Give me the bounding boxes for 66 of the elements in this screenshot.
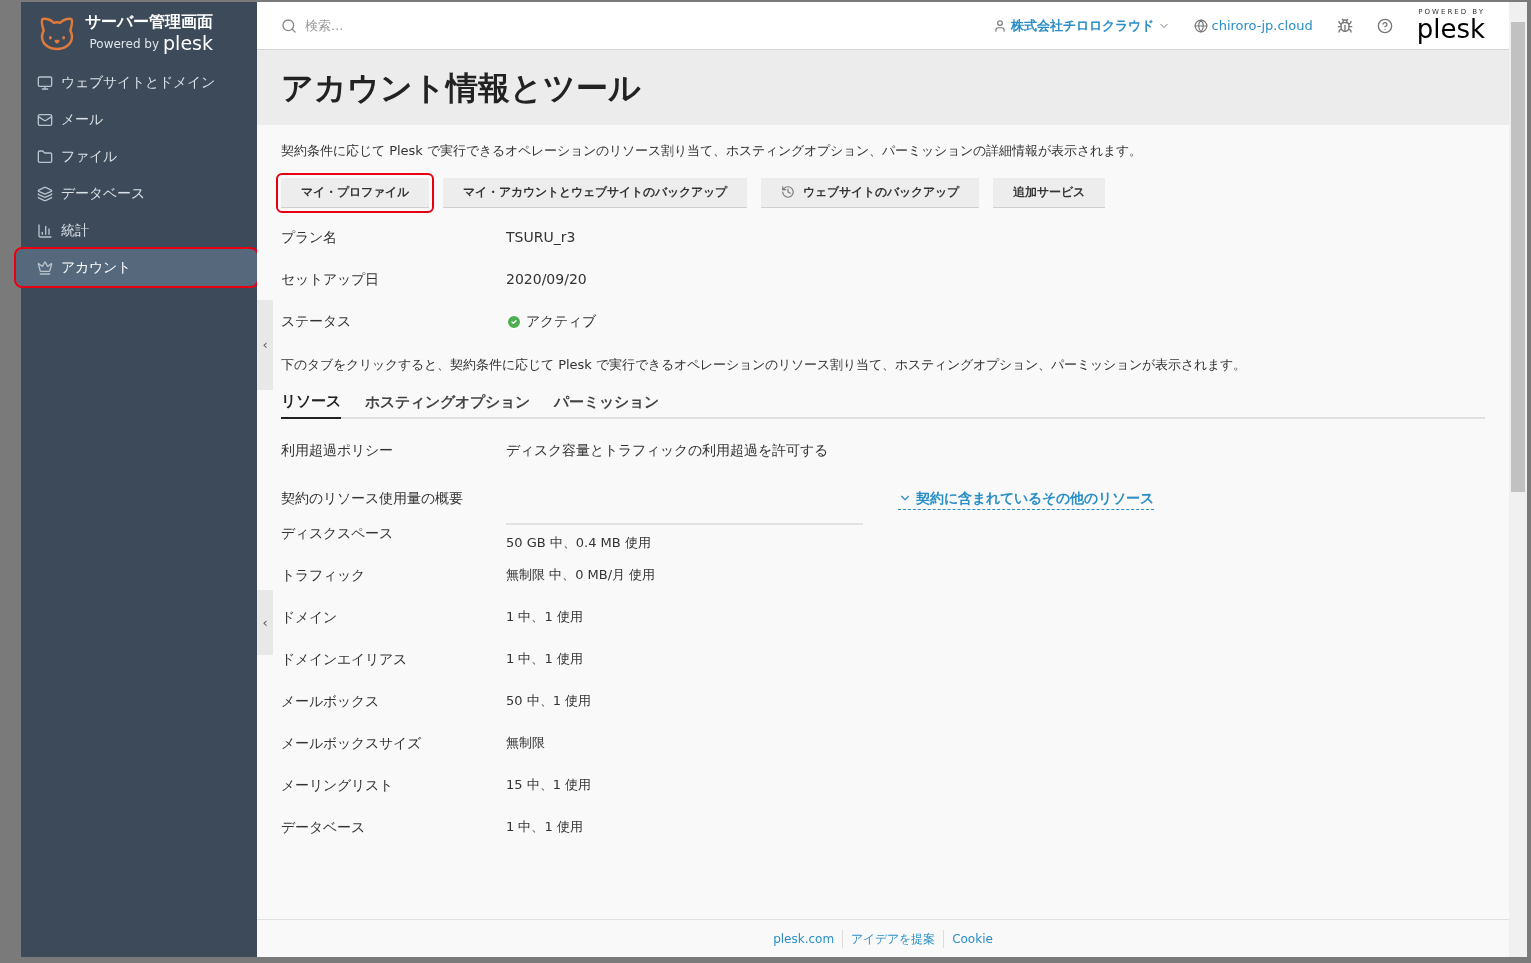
bug-icon[interactable] <box>1336 17 1353 34</box>
sidebar-item[interactable]: ウェブサイトとドメイン <box>21 64 257 101</box>
field-label: メーリングリスト <box>281 775 394 795</box>
toolbar-button[interactable]: マイ・アカウントとウェブサイトのバックアップ <box>443 177 747 208</box>
field-label: ドメインエイリアス <box>281 649 408 669</box>
tabs-intro-text: 下のタブをクリックすると、契約条件に応じて Plesk で実行できるオペレーションのリソース割り当て、ホスティングオプション、パーミッションが表示されます。 <box>281 355 1247 374</box>
field-label: トラフィック <box>281 565 366 585</box>
field-label: ステータス <box>281 312 352 331</box>
field-label: メールボックス <box>281 691 380 711</box>
globe-icon <box>1193 18 1208 33</box>
field-value: 1 中、1 使用 <box>506 607 583 626</box>
sidebar-item[interactable]: アカウント <box>16 249 257 286</box>
field-label: データベース <box>281 817 366 837</box>
envelope-icon <box>37 111 53 128</box>
layers-icon <box>37 185 53 202</box>
field-value: 50 中、1 使用 <box>506 691 592 710</box>
intro-text: 契約条件に応じて Plesk で実行できるオペレーションのリソース割り当て、ホスティングオプション、パーミッションの詳細情報が表示されます。 <box>281 142 1143 160</box>
field-label: メールボックスサイズ <box>281 733 422 753</box>
footer-link[interactable]: plesk.com <box>765 929 843 948</box>
page-title: アカウント情報とツール <box>281 67 641 109</box>
toolbar-button[interactable]: 追加サービス <box>993 177 1105 208</box>
domain-link[interactable]: chiroro-jp.cloud <box>1193 15 1313 36</box>
powered-by-text: Powered by <box>89 36 160 53</box>
crown-icon <box>37 259 53 276</box>
app-title: サーバー管理画面 <box>85 11 213 33</box>
brand-logo: plesk <box>1416 16 1485 42</box>
field-value: 1 中、1 使用 <box>506 817 583 836</box>
backup-icon <box>781 185 795 199</box>
field-label: セットアップ日 <box>281 270 380 289</box>
collapse-handle[interactable]: ‹ <box>257 300 273 390</box>
search-icon <box>281 17 297 34</box>
field-value: TSURU_r3 <box>506 228 576 247</box>
status-value: アクティブ <box>506 311 596 332</box>
field-label: プラン名 <box>281 228 338 247</box>
field-value: 2020/09/20 <box>506 270 587 289</box>
sidebar-item[interactable]: メール <box>21 101 257 138</box>
brand-logo: plesk <box>163 34 213 53</box>
sidebar-item[interactable]: ファイル <box>21 138 257 175</box>
field-value: 15 中、1 使用 <box>506 775 592 794</box>
check-circle-icon <box>506 313 522 330</box>
toolbar-button[interactable]: ウェブサイトのバックアップ <box>761 177 979 208</box>
tab[interactable]: リソース <box>281 390 341 419</box>
footer-link[interactable]: アイデアを提案 <box>842 929 944 948</box>
sidebar-item[interactable]: 統計 <box>21 212 257 249</box>
field-label: 利用超過ポリシー <box>281 441 394 460</box>
toolbar-button[interactable]: マイ・プロファイル <box>281 177 429 208</box>
monitor-icon <box>37 74 53 91</box>
footer-link[interactable]: Cookie <box>943 929 1001 948</box>
field-value: ディスク容量とトラフィックの利用超過を許可する <box>506 441 828 460</box>
section-label: 契約のリソース使用量の概要 <box>281 489 464 508</box>
sidebar-item[interactable]: データベース <box>21 175 257 212</box>
field-value: 無制限 <box>506 733 545 752</box>
folder-icon <box>37 148 53 165</box>
user-icon <box>992 18 1007 33</box>
search-field[interactable]: 検索... <box>305 15 545 36</box>
collapse-handle[interactable]: ‹ <box>257 590 273 655</box>
tab[interactable]: ホスティングオプション <box>365 390 530 419</box>
field-value: 1 中、1 使用 <box>506 649 583 668</box>
bar-chart-icon <box>37 222 53 239</box>
field-label: ディスクスペース <box>281 523 394 543</box>
field-label: ドメイン <box>281 607 338 627</box>
account-menu[interactable]: 株式会社チロロクラウド <box>992 15 1170 36</box>
help-icon[interactable] <box>1376 17 1393 34</box>
field-value: 無制限 中、0 MB/月 使用 <box>506 565 656 584</box>
tab[interactable]: パーミッション <box>554 390 659 419</box>
field-value: 50 GB 中、0.4 MB 使用 <box>506 533 652 552</box>
